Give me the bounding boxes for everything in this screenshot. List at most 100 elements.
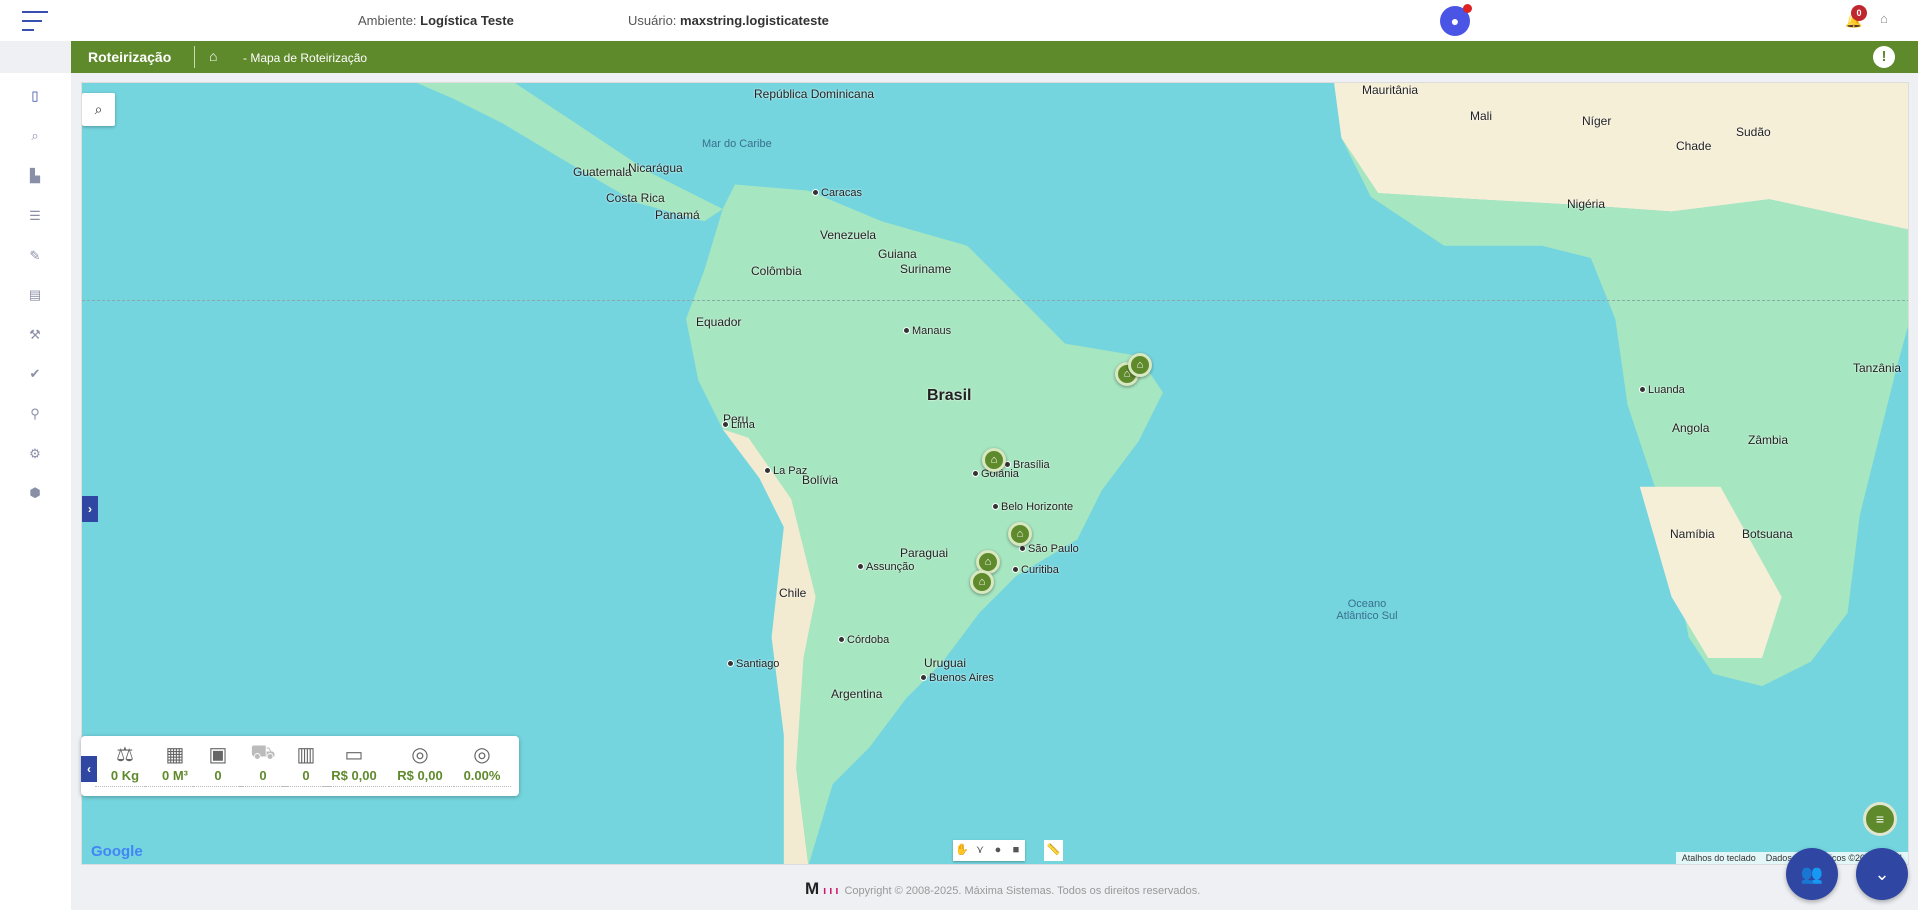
pin-icon[interactable]: ⚲ <box>24 403 46 425</box>
city-label: Santiago <box>727 658 779 670</box>
ruler-icon[interactable]: 📏 <box>1044 840 1063 861</box>
home-icon[interactable]: ⌂ <box>209 48 217 64</box>
logo-bars: ı ı ı <box>823 885 839 897</box>
city-label: Manaus <box>903 325 951 337</box>
map-label: Chade <box>1676 139 1712 153</box>
map-label: Guatemala <box>573 165 632 179</box>
user-value: maxstring.logisticateste <box>680 13 829 28</box>
map-search-button[interactable]: ⌕ <box>82 93 115 126</box>
map-label: Venezuela <box>820 228 877 242</box>
map-label: Chile <box>779 586 807 600</box>
map-label: Mauritânia <box>1362 83 1419 97</box>
summary-percent: ◎ 0.00% <box>453 742 511 787</box>
polygon-icon[interactable]: ⋎ <box>971 840 989 861</box>
expand-panel-button[interactable]: › <box>82 496 98 522</box>
money-icon: ▭ <box>344 744 364 766</box>
collapse-summary-button[interactable]: ‹ <box>81 756 97 782</box>
coin-icon: ◎ <box>411 744 429 766</box>
city-label: Curitiba <box>1012 564 1059 576</box>
city-label: Luanda <box>1639 384 1685 396</box>
depot-marker[interactable]: ⌂ <box>982 448 1006 472</box>
users-button[interactable]: 👥 <box>1786 848 1838 900</box>
notification-badge: 0 <box>1851 5 1867 21</box>
map-label: Colômbia <box>751 264 802 278</box>
map-label: Brasil <box>927 387 972 404</box>
map-label: Equador <box>696 315 742 329</box>
summary-cost: ◎ R$ 0,00 <box>388 742 452 787</box>
info-alert-button[interactable]: ! <box>1873 46 1895 68</box>
breadcrumb-page: - Mapa de Roteirização <box>243 51 368 65</box>
city-label: Lima <box>722 419 755 431</box>
map-label: Nicarágua <box>628 161 683 175</box>
divider <box>194 46 195 68</box>
map-label: Costa Rica <box>606 191 665 205</box>
env-label: Ambiente: <box>358 13 417 28</box>
sea-label: Oceano Atlântico Sul <box>1336 598 1398 622</box>
top-bar: Ambiente: Logística Teste Usuário: maxst… <box>0 0 1918 41</box>
double-check-icon[interactable]: ✔ <box>24 363 46 385</box>
depot-marker[interactable]: ⌂ <box>1128 353 1152 377</box>
map-label: Sudão <box>1736 125 1771 139</box>
hand-icon[interactable]: ✋ <box>953 840 971 861</box>
box-icon: ▣ <box>208 744 228 766</box>
chat-unread-dot <box>1463 4 1472 13</box>
map-label: Guiana <box>878 247 917 261</box>
user-label: Usuário: <box>628 13 677 28</box>
edit-icon[interactable]: ✎ <box>24 245 46 267</box>
package-icon[interactable]: ⬢ <box>24 482 46 504</box>
menu-icon[interactable] <box>22 11 48 31</box>
map-label: Mali <box>1470 109 1493 123</box>
map-label: Botsuana <box>1742 527 1793 541</box>
summary-value: R$ 0,00 <box>322 768 386 787</box>
circle-icon[interactable]: ● <box>989 840 1007 861</box>
map-label: Zâmbia <box>1748 433 1789 447</box>
city-label: La Paz <box>764 465 807 477</box>
tools-icon[interactable]: ⚒ <box>24 324 46 346</box>
map-icon[interactable]: ▯ <box>24 85 46 107</box>
rectangle-icon[interactable]: ■ <box>1007 840 1025 861</box>
search-icon[interactable]: ⌕ <box>24 125 46 147</box>
map-label: Argentina <box>831 687 883 701</box>
drawing-toolbar: ✋ ⋎ ● ■ <box>953 840 1025 861</box>
chat-button[interactable]: ● <box>1440 4 1472 36</box>
list-icon[interactable]: ☰ <box>24 205 46 227</box>
gear-icon[interactable]: ⚙ <box>24 443 46 465</box>
filter-button[interactable]: ≡ <box>1863 802 1897 836</box>
depot-marker[interactable]: ⌂ <box>1008 522 1032 546</box>
document-icon[interactable]: ▤ <box>24 284 46 306</box>
keyboard-shortcuts-link[interactable]: Atalhos do teclado <box>1682 853 1756 863</box>
map-label: Nigéria <box>1567 197 1606 211</box>
summary-value: 0 <box>193 768 243 787</box>
map-label: Bolívia <box>802 473 839 487</box>
summary-value-total: ▭ R$ 0,00 <box>322 742 386 787</box>
summary-boxes: ▣ 0 <box>193 742 243 787</box>
map-label: Panamá <box>655 208 700 222</box>
map-label: Uruguai <box>924 656 967 670</box>
city-label: São Paulo <box>1019 543 1079 555</box>
home-icon[interactable]: ⌂ <box>1880 11 1888 26</box>
maxima-logo: M <box>805 879 820 898</box>
chevron-down-button[interactable]: ⌄ <box>1856 848 1908 900</box>
google-logo: Google <box>91 843 143 860</box>
map-label: Tanzânia <box>1853 361 1902 375</box>
map-label: Suriname <box>900 262 952 276</box>
map-label: Angola <box>1672 421 1710 435</box>
map-label: Namíbia <box>1670 527 1715 541</box>
breadcrumb-bar: Roteirização ⌂ - Mapa de Roteirização ! <box>71 41 1918 73</box>
user-info: Usuário: maxstring.logisticateste <box>628 13 829 28</box>
city-label: Buenos Aires <box>920 672 994 684</box>
city-label: Córdoba <box>838 634 889 646</box>
city-label: Belo Horizonte <box>992 501 1073 513</box>
depot-marker[interactable]: ⌂ <box>970 570 994 594</box>
building-icon[interactable]: ▙ <box>24 165 46 187</box>
environment-info: Ambiente: Logística Teste <box>358 13 514 28</box>
copyright-text: Copyright © 2008-2025. Máxima Sistemas. … <box>844 885 1201 897</box>
module-title: Roteirização <box>88 49 172 65</box>
city-label: Assunção <box>857 561 914 573</box>
sea-label: Mar do Caribe <box>702 138 772 150</box>
footer: Mı ı ı Copyright © 2008-2025. Máxima Sist… <box>805 879 1200 899</box>
map-label: Paraguai <box>900 546 949 560</box>
coin-percent-icon: ◎ <box>473 744 491 766</box>
sidebar: ▯ ⌕ ▙ ☰ ✎ ▤ ⚒ ✔ ⚲ ⚙ ⬢ <box>0 73 71 910</box>
equator-line <box>82 300 1908 301</box>
